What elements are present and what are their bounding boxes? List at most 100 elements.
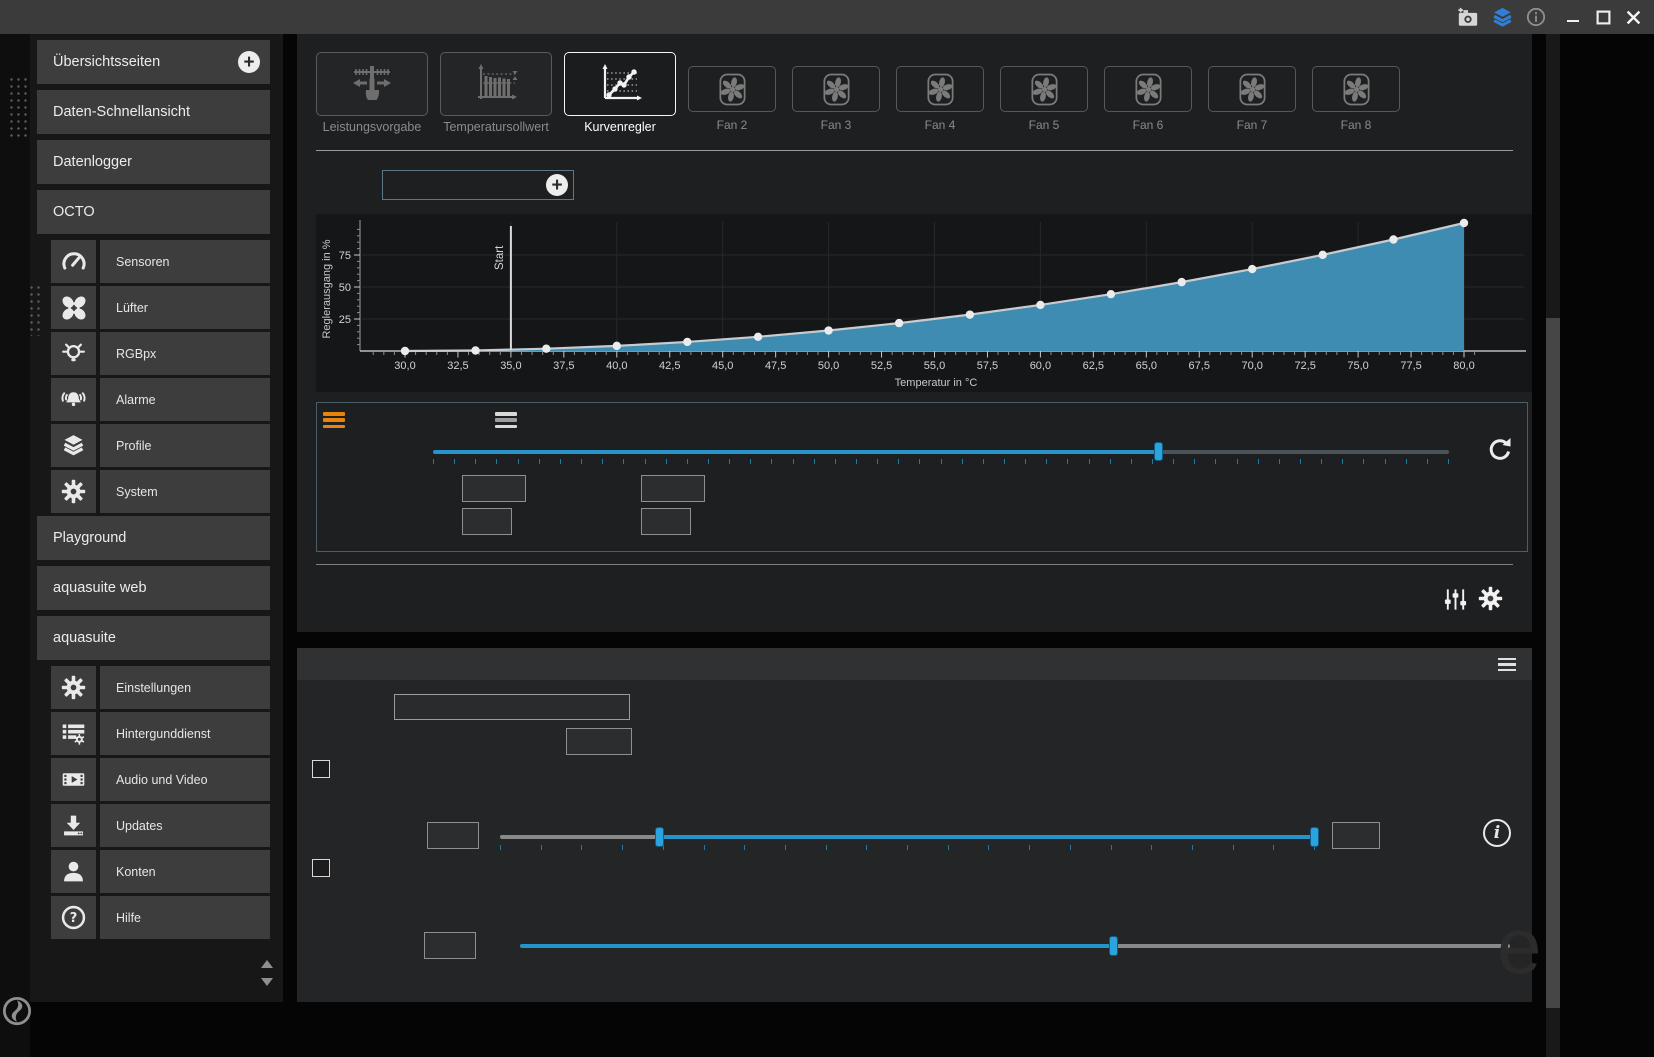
download-icon[interactable] <box>51 804 96 847</box>
gear-icon[interactable] <box>51 470 96 513</box>
curve-settings-group <box>316 402 1528 552</box>
curve-shape-slider-thumb[interactable] <box>1154 442 1163 461</box>
svg-text:?: ? <box>70 911 78 926</box>
sidebar-item-bersichtsseiten[interactable]: Übersichtsseiten+ <box>37 40 270 84</box>
power-range-track[interactable] <box>660 835 1315 839</box>
sidebar-scroll-up-icon[interactable] <box>261 960 273 968</box>
fan-tab-label: Fan 2 <box>688 118 776 132</box>
help-icon[interactable]: ? <box>51 896 96 939</box>
aquacomputer-logo-icon <box>2 996 32 1031</box>
sidebar: Übersichtsseiten+ Daten-Schnellansicht Dat… <box>30 34 283 1002</box>
fan-settings-header <box>297 648 1532 680</box>
max-rpm-spinner[interactable] <box>566 728 632 755</box>
curve-shape-slider-track[interactable] <box>433 450 1159 454</box>
fallback-slider-track-rest[interactable] <box>1114 944 1510 948</box>
mode-tab-temperatursollwert[interactable] <box>440 52 552 116</box>
titlebar <box>0 0 1654 34</box>
sidebar-scroll-down-icon[interactable] <box>261 978 273 986</box>
svg-text:37,5: 37,5 <box>553 360 574 372</box>
start-power-spinner[interactable] <box>462 508 512 535</box>
sidebar-item-profile[interactable]: Profile <box>100 424 270 467</box>
end-temp-spinner[interactable] <box>641 475 705 502</box>
sidebar-item-octo[interactable]: OCTO <box>37 190 270 234</box>
sidebar-item-alarme[interactable]: Alarme <box>100 378 270 421</box>
info-icon[interactable] <box>1521 0 1551 34</box>
screenshot-icon[interactable] <box>1453 0 1483 34</box>
curve-shape-slider-track-rest[interactable] <box>1159 450 1449 454</box>
divider <box>316 150 1513 151</box>
fan-tab-fan-3[interactable] <box>792 66 880 112</box>
user-icon[interactable] <box>51 850 96 893</box>
refresh-icon[interactable] <box>1485 435 1515 470</box>
fan-tab-label: Fan 3 <box>792 118 880 132</box>
startboost-checkbox[interactable] <box>312 760 330 778</box>
vertical-scrollbar-thumb[interactable] <box>1546 318 1560 1008</box>
sidebar-item-l-fter[interactable]: Lüfter <box>100 286 270 329</box>
svg-text:32,5: 32,5 <box>447 360 468 372</box>
mode-tab-kurvenregler[interactable] <box>564 52 676 116</box>
svg-text:75,0: 75,0 <box>1347 360 1368 372</box>
max-power-spinner[interactable] <box>1332 822 1380 849</box>
mode-tab-leistungsvorgabe[interactable] <box>316 52 428 116</box>
hold-min-checkbox[interactable] <box>312 859 330 877</box>
sidebar-item-daten-schnellansicht[interactable]: Daten-Schnellansicht <box>37 90 270 134</box>
fan-tab-fan-8[interactable] <box>1312 66 1400 112</box>
gear-icon[interactable] <box>1477 585 1504 617</box>
mode-tab-label: Kurvenregler <box>564 120 676 134</box>
layers-icon[interactable] <box>1487 0 1517 34</box>
power-range-ticks <box>500 845 1315 850</box>
sidebar-item-datenlogger[interactable]: Datenlogger <box>37 140 270 184</box>
mixer-icon[interactable] <box>1443 587 1468 617</box>
manual-mode-icon[interactable] <box>495 412 517 428</box>
fan-curve-chart[interactable]: 30,032,535,037,540,042,545,047,550,052,5… <box>316 214 1532 392</box>
fan-tab-fan-4[interactable] <box>896 66 984 112</box>
minimize-button[interactable] <box>1558 0 1588 34</box>
fan-tab-fan-5[interactable] <box>1000 66 1088 112</box>
sidebar-item-aquasuite-web[interactable]: aquasuite web <box>37 566 270 610</box>
svg-text:Start: Start <box>494 245 506 270</box>
start-temp-spinner[interactable] <box>462 475 526 502</box>
power-range-track-left[interactable] <box>500 835 660 839</box>
svg-text:67,5: 67,5 <box>1189 360 1210 372</box>
sidebar-item-system[interactable]: System <box>100 470 270 513</box>
service-icon[interactable] <box>51 712 96 755</box>
max-power-thumb[interactable] <box>1310 827 1319 847</box>
min-power-spinner[interactable] <box>427 822 479 849</box>
auto-mode-icon[interactable] <box>323 412 345 428</box>
sidebar-item-konten[interactable]: Konten <box>100 850 270 893</box>
close-button[interactable] <box>1618 0 1648 34</box>
layers-icon[interactable] <box>51 424 96 467</box>
sidebar-item-audio-und-video[interactable]: Audio und Video <box>100 758 270 801</box>
controller-source-button[interactable]: + <box>382 170 574 200</box>
menu-icon[interactable] <box>1498 658 1516 671</box>
fan-tab-fan-2[interactable] <box>688 66 776 112</box>
alarm-icon[interactable] <box>51 378 96 421</box>
fallback-power-spinner[interactable] <box>424 932 476 959</box>
sidebar-item-rgbpx[interactable]: RGBpx <box>100 332 270 375</box>
maximize-button[interactable] <box>1588 0 1618 34</box>
gauge-icon[interactable] <box>51 240 96 283</box>
add-page-icon[interactable]: + <box>238 51 260 73</box>
fan-tab-fan-7[interactable] <box>1208 66 1296 112</box>
min-power-thumb[interactable] <box>655 827 664 847</box>
svg-text:50,0: 50,0 <box>818 360 839 372</box>
sidebar-item-updates[interactable]: Updates <box>100 804 270 847</box>
sidebar-item-hilfe[interactable]: Hilfe <box>100 896 270 939</box>
sidebar-item-playground[interactable]: Playground <box>37 516 270 560</box>
end-power-spinner[interactable] <box>641 508 691 535</box>
fan-name-input[interactable] <box>394 694 630 720</box>
fallback-slider-track[interactable] <box>520 944 1114 948</box>
curve-shape-slider-ticks <box>433 459 1449 464</box>
fan-tab-fan-6[interactable] <box>1104 66 1192 112</box>
max-power-info-icon[interactable]: i <box>1483 819 1511 847</box>
fallback-slider-thumb[interactable] <box>1109 936 1118 956</box>
sidebar-item-sensoren[interactable]: Sensoren <box>100 240 270 283</box>
add-source-icon[interactable]: + <box>546 174 568 196</box>
bulb-icon[interactable] <box>51 332 96 375</box>
sidebar-item-hintergunddienst[interactable]: Hintergunddienst <box>100 712 270 755</box>
fan-icon[interactable] <box>51 286 96 329</box>
sidebar-item-einstellungen[interactable]: Einstellungen <box>100 666 270 709</box>
media-icon[interactable] <box>51 758 96 801</box>
gear-icon[interactable] <box>51 666 96 709</box>
sidebar-item-aquasuite[interactable]: aquasuite <box>37 616 270 660</box>
